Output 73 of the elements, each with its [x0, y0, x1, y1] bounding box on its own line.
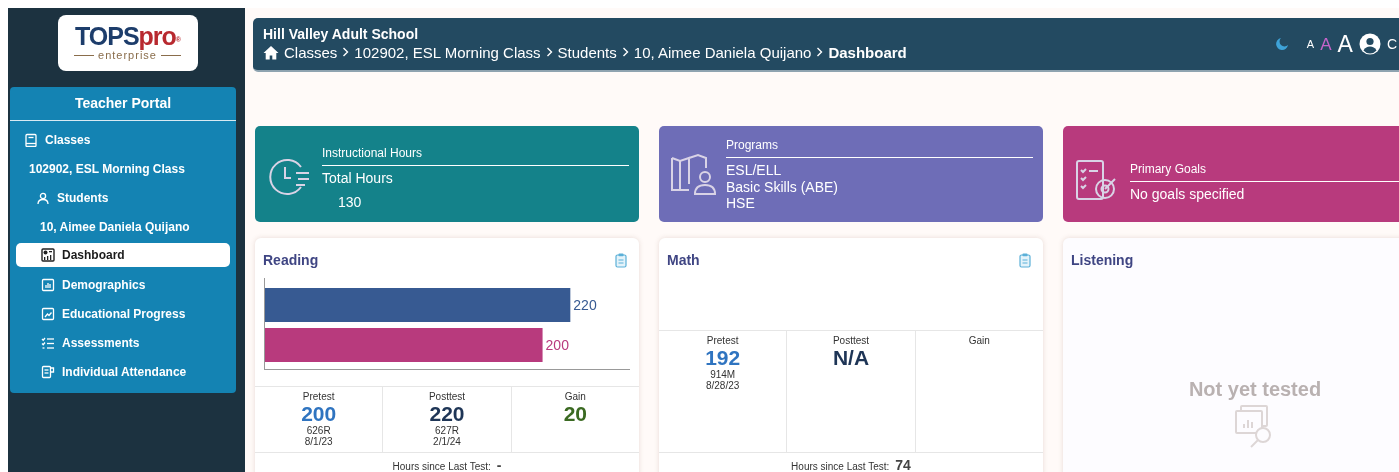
- home-icon[interactable]: [263, 44, 279, 60]
- stat-label: Posttest: [427, 391, 467, 402]
- font-size-button[interactable]: A: [1320, 35, 1332, 53]
- nav-item[interactable]: Individual Attendance: [10, 357, 236, 386]
- breadcrumb-link[interactable]: 10, Aimee Daniela Quijano: [633, 42, 812, 63]
- goals-text: No goals specified: [1130, 185, 1246, 203]
- clipboard-icon[interactable]: [1019, 253, 1031, 268]
- stat-label: Gain: [563, 391, 587, 402]
- stat-label: Gain: [967, 335, 991, 346]
- breadcrumb-link[interactable]: 102902, ESL Morning Class: [354, 42, 541, 63]
- stat-label: Pretest: [301, 391, 336, 402]
- portal-title: Teacher Portal: [10, 87, 236, 121]
- empty-message: Not yet tested: [1188, 377, 1322, 402]
- scale-score: 626R: [305, 425, 332, 437]
- hours-since-value: -: [496, 457, 502, 472]
- person-icon: [36, 190, 50, 205]
- nav-item[interactable]: Classes: [10, 125, 236, 154]
- nav-item[interactable]: Students: [10, 183, 236, 212]
- nav-item[interactable]: Demographics: [10, 270, 236, 299]
- chevron-icon: [342, 47, 350, 58]
- test-date: 8/1/23: [303, 436, 334, 448]
- subject-title: Math: [667, 251, 700, 270]
- font-size-button[interactable]: A: [1337, 32, 1353, 56]
- dashboard-icon: [41, 248, 55, 262]
- hours-since-label: Hours since Last Test:: [392, 461, 491, 472]
- clipboard-icon[interactable]: [615, 253, 627, 268]
- stat-score: 200: [300, 402, 338, 426]
- program-name: Basic Skills (ABE): [726, 178, 840, 196]
- total-hours-value: 130: [337, 193, 363, 211]
- school-name: Hill Valley Adult School: [263, 25, 420, 43]
- stat-label: Posttest: [831, 335, 871, 346]
- attendance-sheet-icon: [41, 364, 55, 379]
- nav-item[interactable]: Assessments: [10, 328, 236, 357]
- program-name: ESL/ELL: [726, 161, 783, 179]
- bar-value-label: 220: [573, 297, 597, 313]
- card-title: Programs: [726, 136, 779, 154]
- total-hours-label: Total Hours: [322, 169, 394, 187]
- chevron-icon: [545, 47, 553, 58]
- card-title: Instructional Hours: [322, 144, 424, 162]
- chevron-icon: [816, 47, 824, 58]
- nav-item[interactable]: Educational Progress: [10, 299, 236, 328]
- bar-chart-icon: [41, 277, 55, 292]
- checklist-icon: [41, 335, 55, 350]
- chevron-icon: [621, 47, 629, 58]
- subject-title: Reading: [263, 251, 319, 270]
- card-title: Primary Goals: [1130, 160, 1207, 178]
- subject-title: Listening: [1071, 251, 1134, 270]
- logo-wordmark: TOPSpro$^{®}$: [74, 24, 181, 50]
- user-avatar-icon[interactable]: [1358, 33, 1381, 55]
- program-name: HSE: [726, 195, 756, 213]
- stat-score: 192: [704, 346, 742, 370]
- stat-score: N/A: [831, 346, 871, 370]
- hours-since-value: 74: [895, 457, 911, 472]
- book-icon: [24, 132, 38, 147]
- nav-item[interactable]: 10, Aimee Daniela Quijano: [10, 212, 236, 241]
- bar-value-label: 200: [545, 337, 569, 353]
- stat-label: Pretest: [705, 335, 740, 346]
- stat-score: 20: [562, 402, 588, 426]
- hours-since-label: Hours since Last Test:: [791, 461, 890, 472]
- breadcrumb-link[interactable]: Students: [557, 42, 617, 63]
- scale-score: 627R: [434, 425, 460, 437]
- test-date: 2/1/24: [432, 436, 462, 448]
- nav-item[interactable]: Dashboard: [16, 243, 230, 267]
- breadcrumb-link[interactable]: Classes: [284, 42, 338, 63]
- font-size-button[interactable]: A: [1306, 38, 1315, 50]
- user-name[interactable]: C: [1386, 33, 1397, 55]
- stat-score: 220: [428, 402, 466, 426]
- trend-chart-icon: [41, 306, 55, 321]
- nav-item[interactable]: 102902, ESL Morning Class: [10, 154, 236, 183]
- logo-tagline: enterprise: [98, 49, 157, 62]
- scale-score: 914M: [709, 369, 737, 381]
- test-date: 8/28/23: [704, 380, 741, 392]
- moon-icon[interactable]: [1274, 37, 1289, 51]
